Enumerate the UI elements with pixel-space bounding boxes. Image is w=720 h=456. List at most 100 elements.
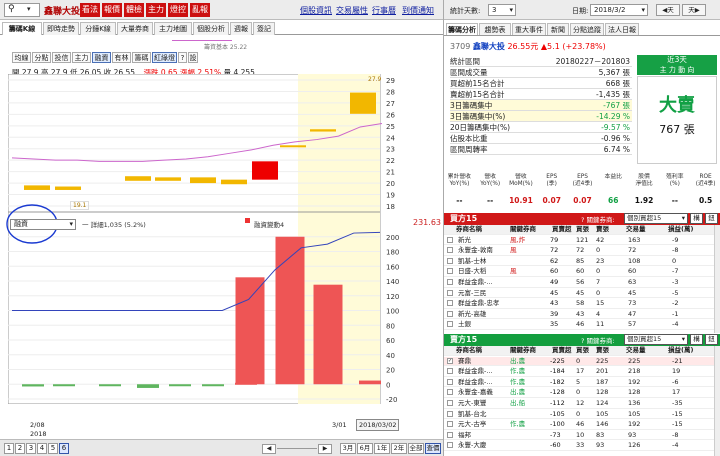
range-button[interactable]: 3月 — [340, 443, 356, 454]
ind-help[interactable]: ? — [178, 52, 187, 63]
link-attr[interactable]: 交易屬性 — [336, 5, 368, 16]
date-picker[interactable]: 2018/3/2 ▾ — [590, 4, 648, 16]
cell: 0 — [596, 246, 601, 255]
ind-margin[interactable]: 融資 — [92, 52, 111, 63]
chart-area[interactable]: 292827262524232221201918 200180160140120… — [8, 74, 408, 404]
tab-notes[interactable]: 簽記 — [253, 22, 275, 35]
sub-select[interactable]: 融資 ▾ — [10, 219, 76, 230]
stat-key: 買超前15名合計 — [450, 79, 505, 88]
range-button[interactable]: 查價 — [425, 443, 441, 454]
btn-quote[interactable]: 報價 — [102, 3, 122, 17]
table-row[interactable]: 凱基-士林 62 85 23 108 0 — [444, 257, 714, 267]
fin-value: 10.91 — [509, 196, 533, 205]
row-checkbox[interactable] — [447, 321, 453, 328]
range-button[interactable]: 1年 — [374, 443, 390, 454]
row-checkbox[interactable] — [447, 410, 453, 417]
cell: -15 — [672, 409, 683, 418]
ind-traffic[interactable]: 紅綠燈 — [152, 52, 177, 63]
sell-btn-1[interactable]: 構 — [690, 334, 703, 345]
sell-btn-2[interactable]: 鈕 — [705, 334, 718, 345]
btn-check[interactable]: 體檢 — [124, 3, 144, 17]
prev-icon[interactable]: ◀ — [262, 444, 276, 454]
page-button[interactable]: 2 — [15, 443, 25, 454]
range-button[interactable]: 2年 — [391, 443, 407, 454]
cell: -225 — [550, 356, 565, 365]
table-row[interactable]: 日盛-大稻 風 60 60 0 60 -7 — [444, 267, 714, 277]
prev-day-button[interactable]: ◀天 — [656, 4, 680, 16]
table-row[interactable]: 群益金鼎-... 49 56 7 63 -3 — [444, 278, 714, 288]
tab-kline[interactable]: 籌碼K線 — [2, 22, 42, 35]
ind-trust[interactable]: 投信 — [52, 52, 71, 63]
sell-scrollbar[interactable] — [714, 346, 720, 456]
row-checkbox[interactable] — [447, 378, 453, 385]
tab-analysis[interactable]: 個股分析 — [193, 22, 229, 35]
table-row[interactable]: 永豐-大慶 -60 33 93 126 -4 — [444, 441, 714, 451]
btn-view[interactable]: 看法 — [80, 3, 100, 17]
btn-light[interactable]: 燈控 — [168, 3, 188, 17]
table-row[interactable]: 群益金鼎-... 作,農 -182 5 187 192 -6 — [444, 378, 714, 388]
page-button[interactable]: 4 — [37, 443, 47, 454]
ind-ma[interactable]: 均線 — [12, 52, 31, 63]
row-checkbox[interactable] — [447, 300, 453, 307]
tab-realtime[interactable]: 即時走勢 — [43, 22, 79, 35]
row-checkbox[interactable] — [447, 310, 453, 317]
tab-weekly[interactable]: 週報 — [230, 22, 252, 35]
table-row[interactable]: 元富-三民 45 45 0 45 -5 — [444, 289, 714, 299]
ind-settings[interactable]: 設 — [188, 52, 198, 63]
range-button[interactable]: 6月 — [357, 443, 373, 454]
link-info[interactable]: 個股資訊 — [300, 5, 332, 16]
table-row[interactable]: 新光-高雄 39 43 4 47 -1 — [444, 310, 714, 320]
row-checkbox[interactable] — [447, 268, 453, 275]
table-row[interactable]: 永豐金-嘉義 出,農 -128 0 128 128 17 — [444, 388, 714, 398]
table-row[interactable]: 元大-東豐 出,船 -112 12 124 136 -35 — [444, 399, 714, 409]
page-button[interactable]: 1 — [4, 443, 14, 454]
table-row[interactable]: 凱基-台北 -105 0 105 105 -15 — [444, 410, 714, 420]
buy-scrollbar[interactable] — [714, 225, 720, 333]
row-checkbox[interactable] — [447, 368, 453, 375]
ind-chip[interactable]: 籌碼 — [132, 52, 151, 63]
row-checkbox[interactable] — [447, 236, 453, 243]
search-box[interactable]: ⚲ ▾ — [4, 3, 40, 17]
next-icon[interactable]: ▶ — [318, 444, 332, 454]
link-alert[interactable]: 到價通知 — [402, 5, 434, 16]
table-row[interactable]: 土銀 35 46 11 57 -4 — [444, 320, 714, 330]
ind-branch[interactable]: 分點 — [32, 52, 51, 63]
tab-minute[interactable]: 分鐘K線 — [80, 22, 116, 35]
table-row[interactable]: 新光 風,炸 79 121 42 163 -9 — [444, 236, 714, 246]
row-checkbox[interactable] — [447, 247, 453, 254]
link-calendar[interactable]: 行事曆 — [372, 5, 396, 16]
ind-main[interactable]: 主力 — [72, 52, 91, 63]
row-checkbox[interactable] — [447, 442, 453, 449]
tab-map[interactable]: 主力地圖 — [154, 22, 192, 35]
sell-filter-select[interactable]: 個別買超15 ▾ — [624, 334, 688, 345]
page-button[interactable]: 3 — [26, 443, 36, 454]
table-row[interactable]: 群益金鼎-忠孝 43 58 15 73 -2 — [444, 299, 714, 309]
table-row[interactable]: 群益金鼎-... 作,農 -184 17 201 218 19 — [444, 367, 714, 377]
ind-lin[interactable]: 有林 — [112, 52, 131, 63]
page-button[interactable]: 5 — [48, 443, 58, 454]
page-button[interactable]: 6 — [59, 443, 69, 454]
tab-broker[interactable]: 大量券商 — [117, 22, 153, 35]
scroll-track[interactable] — [277, 448, 317, 449]
row-checkbox[interactable] — [447, 289, 453, 296]
next-day-button[interactable]: 天▶ — [682, 4, 706, 16]
table-row[interactable]: 永豐金-敦南 風 72 72 0 72 -8 — [444, 246, 714, 256]
buy-btn-2[interactable]: 鈕 — [705, 213, 718, 224]
row-checkbox[interactable] — [447, 431, 453, 438]
table-row[interactable]: 福邦 -73 10 83 93 -8 — [444, 431, 714, 441]
btn-main[interactable]: 主力 — [146, 3, 166, 17]
row-checkbox[interactable] — [447, 279, 453, 285]
days-select[interactable]: 3 ▾ — [488, 4, 516, 16]
buy-filter-select[interactable]: 個別買超15 ▾ — [624, 213, 688, 224]
row-checkbox[interactable]: ✓ — [447, 357, 453, 364]
table-row[interactable]: 元大-古亭 作,農 -100 46 146 192 -15 — [444, 420, 714, 430]
row-checkbox[interactable] — [447, 400, 453, 406]
table-row[interactable]: ✓ 賽鼎 出,農 -225 0 225 225 -21 — [444, 356, 714, 367]
range-button[interactable]: 全部 — [408, 443, 424, 454]
chevron-down-icon: ▾ — [69, 220, 73, 228]
buy-btn-1[interactable]: 構 — [690, 213, 703, 224]
row-checkbox[interactable] — [447, 389, 453, 396]
btn-report[interactable]: 亂報 — [190, 3, 210, 17]
row-checkbox[interactable] — [447, 257, 453, 264]
row-checkbox[interactable] — [447, 421, 453, 428]
